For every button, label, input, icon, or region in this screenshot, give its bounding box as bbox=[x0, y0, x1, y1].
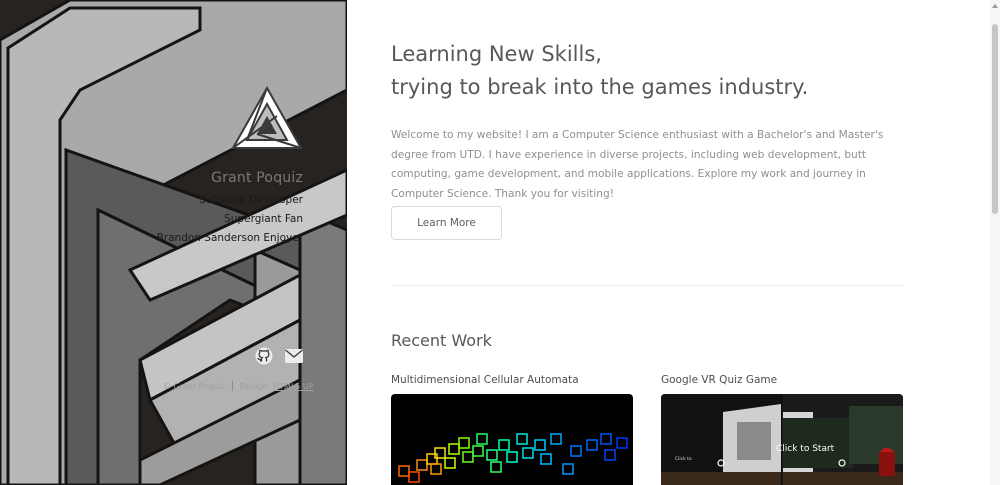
work-title[interactable]: Multidimensional Cellular Automata bbox=[391, 372, 633, 394]
learn-more-button[interactable]: Learn More bbox=[391, 206, 502, 240]
headline-line-1: Learning New Skills, bbox=[391, 42, 602, 66]
sidebar-header: Grant Poquiz Software Developer Supergia… bbox=[157, 86, 303, 245]
tagline-role: Software Developer bbox=[199, 194, 303, 206]
section-divider bbox=[391, 285, 903, 286]
click-to-start-overlay: Click to Start bbox=[776, 444, 835, 454]
main-content: Learning New Skills, trying to break int… bbox=[347, 0, 990, 485]
recent-work-heading: Recent Work bbox=[391, 331, 492, 350]
vr-quiz-game-thumbnail[interactable]: Click to Start Click to bbox=[661, 394, 903, 485]
page-scrollbar[interactable] bbox=[990, 0, 1000, 485]
work-item-vr-quiz-game[interactable]: Google VR Quiz Game Click to Start Click… bbox=[661, 372, 903, 485]
intro-paragraph: Welcome to my website! I am a Computer S… bbox=[391, 129, 884, 200]
headline-line-2: trying to break into the games industry. bbox=[391, 75, 809, 99]
work-title[interactable]: Google VR Quiz Game bbox=[661, 372, 903, 394]
social-links bbox=[254, 346, 304, 366]
design-credit-link[interactable]: HTML5 UP bbox=[273, 382, 314, 391]
footer-separator bbox=[231, 381, 233, 391]
click-to-small-label: Click to bbox=[675, 456, 692, 462]
sidebar: Grant Poquiz Software Developer Supergia… bbox=[0, 0, 347, 485]
scroll-thumb[interactable] bbox=[992, 24, 998, 214]
design-label: Design: bbox=[239, 381, 271, 391]
envelope-icon[interactable] bbox=[284, 346, 304, 366]
copyright-text: © Grant Poquiz bbox=[163, 381, 225, 391]
tagline-fan: Supergiant Fan bbox=[224, 213, 303, 225]
cellular-automata-thumbnail[interactable] bbox=[391, 394, 633, 485]
work-item-cellular-automata[interactable]: Multidimensional Cellular Automata bbox=[391, 372, 633, 485]
author-name: Grant Poquiz bbox=[211, 170, 303, 186]
tagline-reader: Brandon Sanderson Enjoyer bbox=[156, 232, 303, 244]
page-headline: Learning New Skills, trying to break int… bbox=[391, 38, 808, 104]
github-icon[interactable] bbox=[254, 346, 274, 366]
scroll-up-arrow-icon[interactable] bbox=[992, 4, 998, 8]
logo-icon bbox=[231, 86, 303, 149]
sidebar-footer: © Grant Poquiz Design: HTML5 UP bbox=[163, 381, 314, 391]
